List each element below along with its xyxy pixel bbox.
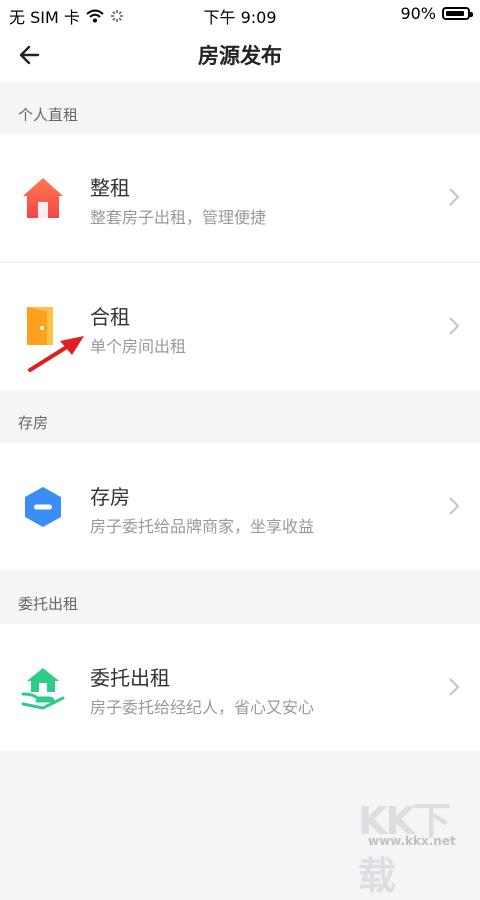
section-header-storage: 存房 xyxy=(0,390,480,442)
section-header-entrust: 委托出租 xyxy=(0,571,480,623)
item-subtitle: 房子委托给经纪人，省心又安心 xyxy=(90,698,315,717)
status-bar: 无 SIM 卡 下午 9:09 90% xyxy=(0,0,480,27)
list-item-entrust-rent[interactable]: 委托出租 房子委托给经纪人，省心又安心 xyxy=(0,624,480,751)
battery-percent: 90% xyxy=(400,4,436,23)
item-subtitle: 房子委托给品牌商家，坐享收益 xyxy=(90,517,315,536)
chevron-right-icon xyxy=(449,317,460,335)
section-header-label: 个人直租 xyxy=(18,106,79,124)
chevron-right-icon xyxy=(449,497,460,515)
battery-fill xyxy=(446,11,464,16)
nav-bar: 房源发布 xyxy=(0,27,480,82)
chevron-right-icon xyxy=(449,678,460,696)
annotation-arrow-icon xyxy=(28,336,84,372)
hexagon-icon xyxy=(25,487,61,527)
item-subtitle: 单个房间出租 xyxy=(90,337,187,356)
item-title: 合租 xyxy=(90,305,130,329)
section-header-label: 委托出租 xyxy=(18,595,79,613)
section-header-personal: 个人直租 xyxy=(0,82,480,134)
battery-cap xyxy=(470,12,473,17)
page-title: 房源发布 xyxy=(198,44,282,68)
item-title: 委托出租 xyxy=(90,666,170,690)
item-subtitle: 整套房子出租，管理便捷 xyxy=(90,208,267,227)
watermark-url: www.kkx.net xyxy=(368,834,456,848)
battery-icon xyxy=(442,7,473,20)
handover-house-icon xyxy=(21,668,65,710)
watermark: KK下载 www.kkx.net xyxy=(358,790,470,898)
house-icon xyxy=(23,178,63,218)
list-item-store-house[interactable]: 存房 房子委托给品牌商家，坐享收益 xyxy=(0,443,480,570)
status-right: 90% xyxy=(400,4,473,23)
item-title: 存房 xyxy=(90,485,130,509)
item-title: 整租 xyxy=(90,176,130,200)
section-header-label: 存房 xyxy=(18,414,49,432)
list-item-whole-rent[interactable]: 整租 整套房子出租，管理便捷 xyxy=(0,134,480,261)
chevron-right-icon xyxy=(449,188,460,206)
